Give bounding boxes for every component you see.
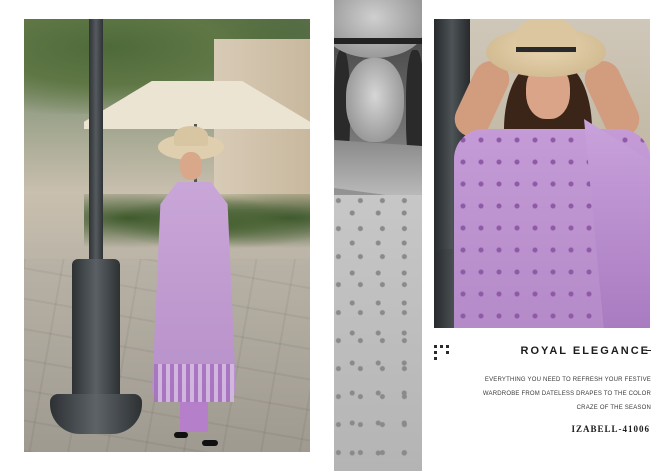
left-sandal <box>174 432 188 438</box>
hat-band <box>334 38 422 44</box>
model-face <box>180 152 202 180</box>
right-sandal <box>202 440 218 446</box>
left-model-photo <box>24 19 310 452</box>
collection-title: ROYAL ELEGANCE <box>520 345 650 357</box>
sun-hat-closeup <box>334 0 422 58</box>
design-code: IZABELL-41006 <box>571 424 650 434</box>
dupatta-scarf <box>334 140 422 200</box>
model-legs <box>180 402 208 432</box>
collection-tagline: EVERYTHING YOU NEED TO REFRESH YOUR FEST… <box>482 377 651 411</box>
hat-band <box>516 47 576 52</box>
title-dash <box>646 350 651 351</box>
lamp-foot <box>50 394 142 434</box>
model-face-closeup <box>346 58 404 142</box>
dot-grid-icon <box>434 345 454 361</box>
lamp-shaft <box>89 19 103 279</box>
model-figure <box>144 126 244 452</box>
kurta-embroidered-border <box>154 364 234 402</box>
right-model-photo <box>434 19 650 328</box>
lamp-base <box>72 259 120 399</box>
lamp-post <box>50 19 142 439</box>
sun-hat-crown <box>174 126 208 146</box>
embroidered-fabric <box>334 195 422 471</box>
middle-bw-closeup <box>334 0 422 471</box>
